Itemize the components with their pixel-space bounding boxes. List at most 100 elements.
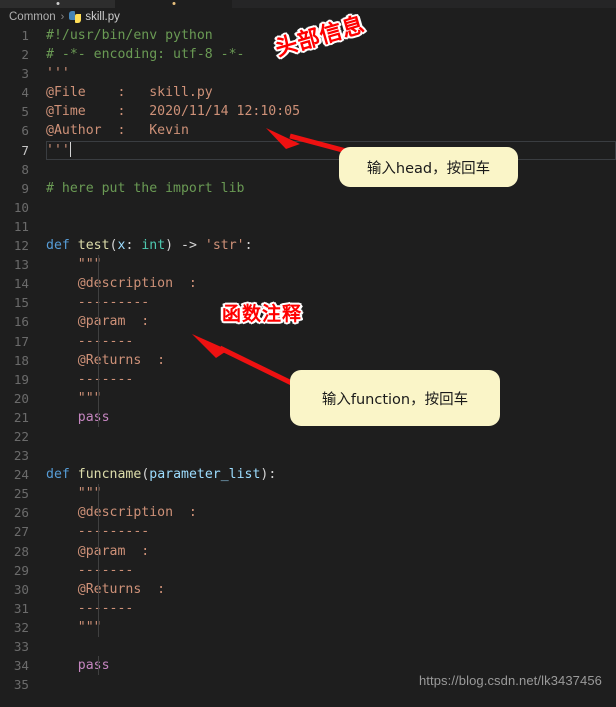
code-token: test (77, 238, 110, 254)
line-text[interactable]: # -*- encoding: utf-8 -*- (40, 45, 616, 64)
line-text[interactable]: --------- (40, 522, 616, 542)
code-line[interactable]: 33 (0, 637, 616, 656)
indent-guide (98, 293, 99, 313)
line-number: 26 (13, 505, 29, 521)
code-editor[interactable]: 1 #!/usr/bin/env python 2 # -*- encoding: u… (0, 26, 616, 707)
code-line[interactable]: 16 @param : (0, 312, 616, 332)
code-line[interactable]: 13 """ (0, 255, 616, 275)
code-token: @Returns : (46, 352, 166, 368)
code-token: ------- (46, 600, 134, 616)
line-text[interactable]: @Author : Kevin (40, 121, 616, 140)
code-token: @description : (46, 505, 197, 521)
code-line[interactable]: 32 """ (0, 617, 616, 637)
code-line[interactable]: 19 ------- (0, 369, 616, 389)
indent-guide (98, 350, 99, 370)
line-text[interactable]: @Returns : (40, 350, 616, 370)
code-token: ''' (46, 142, 70, 158)
code-line[interactable]: 8 (0, 160, 616, 179)
code-line[interactable]: 5 @Time : 2020/11/14 12:10:05 (0, 102, 616, 121)
code-line[interactable]: 15 --------- (0, 293, 616, 313)
line-text[interactable]: --------- (40, 293, 616, 313)
code-token: : (125, 238, 142, 254)
line-text[interactable]: ------- (40, 598, 616, 618)
code-line[interactable]: 4 @File : skill.py (0, 83, 616, 102)
line-text[interactable]: @description : (40, 503, 616, 523)
code-line[interactable]: 10 (0, 198, 616, 217)
code-line[interactable]: 20 """ (0, 388, 616, 408)
code-line[interactable]: 17 ------- (0, 331, 616, 351)
code-line[interactable]: 29 ------- (0, 560, 616, 580)
code-line[interactable]: 18 @Returns : (0, 350, 616, 370)
code-line[interactable]: 21 pass (0, 407, 616, 427)
editor-tab-1[interactable] (115, 0, 232, 8)
code-line[interactable]: 23 (0, 446, 616, 465)
line-text[interactable]: def test(x: int) -> 'str': (40, 236, 616, 255)
code-token: # -*- encoding: utf-8 -*- (46, 47, 245, 63)
line-text[interactable]: pass (40, 407, 616, 427)
code-token: pass (77, 658, 110, 674)
line-text[interactable]: def funcname(parameter_list): (40, 465, 616, 484)
code-line[interactable]: 28 @param : (0, 541, 616, 561)
line-number: 13 (13, 257, 29, 273)
indent-guide (98, 503, 99, 523)
breadcrumb-folder[interactable]: Common (9, 11, 56, 23)
code-line[interactable]: 25 """ (0, 484, 616, 504)
breadcrumb-filename[interactable]: skill.py (85, 11, 120, 23)
indent-guide (98, 274, 99, 294)
indent-guide (98, 598, 99, 618)
indent-guide (98, 617, 99, 637)
line-text[interactable]: """ (40, 484, 616, 504)
code-line[interactable]: 9 # here put the import lib (0, 179, 616, 198)
editor-tab-0[interactable] (0, 0, 115, 8)
line-text[interactable]: ''' (40, 141, 616, 160)
line-number: 11 (13, 218, 29, 234)
indent-guide (98, 407, 99, 427)
code-line[interactable]: 11 (0, 217, 616, 236)
line-text[interactable]: @param : (40, 312, 616, 332)
line-text[interactable]: @Time : 2020/11/14 12:10:05 (40, 102, 616, 121)
code-line[interactable]: 1 #!/usr/bin/env python (0, 26, 616, 45)
editor-tab-strip (0, 0, 616, 8)
code-line[interactable]: 12 def test(x: int) -> 'str': (0, 236, 616, 255)
indent-guide (98, 331, 99, 351)
line-number: 18 (13, 352, 29, 368)
code-line[interactable]: 3 ''' (0, 64, 616, 83)
line-text[interactable]: #!/usr/bin/env python (40, 26, 616, 45)
line-text[interactable]: ------- (40, 560, 616, 580)
line-number: 25 (13, 486, 29, 502)
line-text[interactable]: @Returns : (40, 579, 616, 599)
line-text[interactable]: ------- (40, 331, 616, 351)
code-line[interactable]: 30 @Returns : (0, 579, 616, 599)
line-text[interactable]: @File : skill.py (40, 83, 616, 102)
code-line[interactable]: 26 @description : (0, 503, 616, 523)
code-line[interactable]: 14 @description : (0, 274, 616, 294)
line-text[interactable]: @description : (40, 274, 616, 294)
code-line[interactable]: 2 # -*- encoding: utf-8 -*- (0, 45, 616, 64)
line-text[interactable]: """ (40, 388, 616, 408)
line-text[interactable]: @param : (40, 541, 616, 561)
line-text[interactable]: """ (40, 617, 616, 637)
code-line[interactable]: 22 (0, 427, 616, 446)
code-line[interactable]: 6 @Author : Kevin (0, 121, 616, 140)
code-line[interactable]: 27 --------- (0, 522, 616, 542)
code-line[interactable]: 24 def funcname(parameter_list): (0, 465, 616, 484)
code-token: 'str' (204, 238, 245, 254)
line-number: 7 (21, 142, 29, 158)
line-number: 2 (21, 47, 29, 63)
line-text[interactable]: ------- (40, 369, 616, 389)
code-line[interactable]: 31 ------- (0, 598, 616, 618)
code-lines[interactable]: 1 #!/usr/bin/env python 2 # -*- encoding: u… (0, 26, 616, 694)
line-text[interactable]: # here put the import lib (40, 179, 616, 198)
line-number: 34 (13, 658, 29, 674)
line-text[interactable]: ''' (40, 64, 616, 83)
code-token: ------- (46, 371, 134, 387)
line-number: 29 (13, 562, 29, 578)
code-token: parameter_list (149, 467, 261, 483)
code-token: @File : skill.py (46, 85, 213, 101)
code-line[interactable]: 7 ''' (0, 140, 616, 160)
line-text[interactable]: """ (40, 255, 616, 275)
indent-guide (98, 255, 99, 275)
